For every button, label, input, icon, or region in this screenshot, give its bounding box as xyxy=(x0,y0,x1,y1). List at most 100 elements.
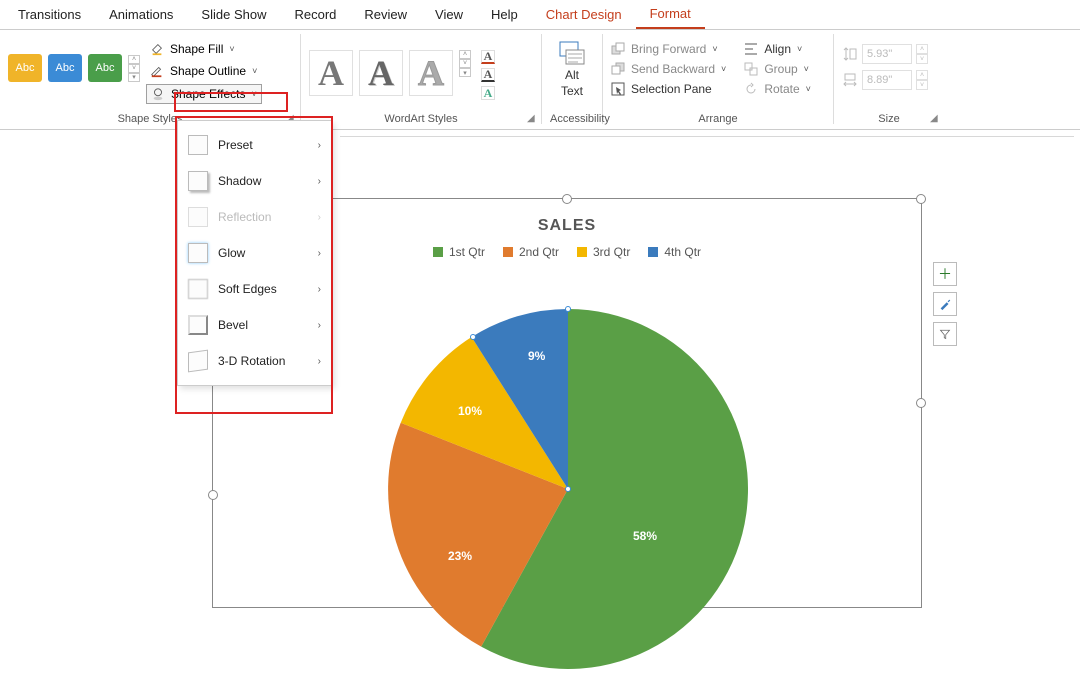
align-button[interactable]: Align˅ xyxy=(744,42,811,56)
group-label: Group xyxy=(764,62,797,76)
legend-label-q4: 4th Qtr xyxy=(664,245,701,259)
height-value[interactable]: 5.93" xyxy=(862,44,912,64)
glow-label: Glow xyxy=(218,246,308,260)
shadow-icon xyxy=(188,171,208,191)
legend-label-q3: 3rd Qtr xyxy=(593,245,630,259)
pie-chart[interactable]: 58% 23% 10% 9% xyxy=(388,309,748,669)
wordart-style-3[interactable]: A xyxy=(409,50,453,96)
tab-review[interactable]: Review xyxy=(350,1,421,28)
height-spinner[interactable]: ˄˅ xyxy=(916,44,928,64)
tab-transitions[interactable]: Transitions xyxy=(4,1,95,28)
ribbon-tabs: Transitions Animations Slide Show Record… xyxy=(0,0,1080,30)
shape-style-preset-blue[interactable]: Abc xyxy=(48,54,82,82)
tab-animations[interactable]: Animations xyxy=(95,1,187,28)
tab-chart-design[interactable]: Chart Design xyxy=(532,1,636,28)
data-label-q4[interactable]: 9% xyxy=(528,349,545,363)
group-label-size: Size xyxy=(842,111,936,129)
text-effects-button[interactable]: A xyxy=(481,86,495,100)
group-button[interactable]: Group˅ xyxy=(744,62,811,76)
style-gallery-scroll[interactable]: ˄˅▾ xyxy=(128,55,140,82)
effects-glow[interactable]: Glow› xyxy=(178,235,331,271)
data-label-q2[interactable]: 23% xyxy=(448,549,472,563)
legend-q2[interactable]: 2nd Qtr xyxy=(503,245,559,259)
slide-edge-top xyxy=(340,136,1074,137)
send-backward-icon xyxy=(611,62,625,76)
preset-label: Preset xyxy=(218,138,308,152)
bring-forward-icon xyxy=(611,42,625,56)
shape-effects-button[interactable]: Shape Effects˅ xyxy=(146,84,262,104)
width-icon xyxy=(842,72,858,88)
slice-handle[interactable] xyxy=(565,306,571,312)
pen-outline-icon xyxy=(150,64,164,78)
rotate-label: Rotate xyxy=(764,82,799,96)
shape-effects-menu: Preset› Shadow› Reflection› Glow› Soft E… xyxy=(177,120,332,386)
rotation-label: 3-D Rotation xyxy=(218,354,308,368)
tab-format[interactable]: Format xyxy=(636,0,705,29)
bring-forward-label: Bring Forward xyxy=(631,42,706,56)
shape-effects-label: Shape Effects xyxy=(171,87,246,101)
slice-handle[interactable] xyxy=(565,486,571,492)
group-label-accessibility: Accessibility xyxy=(550,111,594,129)
ribbon: Abc Abc Abc ˄˅▾ Shape Fill˅ xyxy=(0,30,1080,130)
shape-outline-button[interactable]: Shape Outline˅ xyxy=(146,62,262,80)
effects-preset[interactable]: Preset› xyxy=(178,127,331,163)
preset-icon xyxy=(188,135,208,155)
width-spinner[interactable]: ˄˅ xyxy=(916,70,928,90)
effects-icon xyxy=(151,87,165,101)
align-icon xyxy=(744,42,758,56)
data-label-q1[interactable]: 58% xyxy=(633,529,657,543)
legend-marker-q2 xyxy=(503,247,513,257)
bring-forward-button[interactable]: Bring Forward˅ xyxy=(611,42,726,56)
chart-styles-button[interactable] xyxy=(933,292,957,316)
rotation-3d-icon xyxy=(188,350,208,373)
legend-label-q2: 2nd Qtr xyxy=(519,245,559,259)
legend-q3[interactable]: 3rd Qtr xyxy=(577,245,630,259)
shape-outline-label: Shape Outline xyxy=(170,64,246,78)
text-outline-button[interactable]: A xyxy=(481,68,495,82)
selection-pane-button[interactable]: Selection Pane xyxy=(611,82,726,96)
bevel-label: Bevel xyxy=(218,318,308,332)
effects-bevel[interactable]: Bevel› xyxy=(178,307,331,343)
reflection-icon xyxy=(188,207,208,227)
alt-text-label-1: Alt xyxy=(565,68,579,82)
tab-help[interactable]: Help xyxy=(477,1,532,28)
chart-elements-button[interactable]: ＋ xyxy=(933,262,957,286)
group-icon xyxy=(744,62,758,76)
group-label-arrange: Arrange xyxy=(611,111,825,129)
bevel-icon xyxy=(188,315,208,335)
shape-style-preset-green[interactable]: Abc xyxy=(88,54,122,82)
legend-q1[interactable]: 1st Qtr xyxy=(433,245,485,259)
shape-fill-button[interactable]: Shape Fill˅ xyxy=(146,40,262,58)
slice-handle[interactable] xyxy=(470,334,476,340)
selection-pane-label: Selection Pane xyxy=(631,82,712,96)
effects-soft-edges[interactable]: Soft Edges› xyxy=(178,271,331,307)
text-fill-button[interactable]: A xyxy=(481,50,495,64)
tab-slide-show[interactable]: Slide Show xyxy=(187,1,280,28)
wordart-style-2[interactable]: A xyxy=(359,50,403,96)
width-value[interactable]: 8.89" xyxy=(862,70,912,90)
width-input-row[interactable]: 8.89" ˄˅ xyxy=(842,70,928,90)
size-launcher[interactable]: ◢ xyxy=(930,113,942,125)
legend-marker-q4 xyxy=(648,247,658,257)
rotate-button[interactable]: Rotate˅ xyxy=(744,82,811,96)
wordart-gallery-scroll[interactable]: ˄˅▾ xyxy=(459,50,471,77)
effects-shadow[interactable]: Shadow› xyxy=(178,163,331,199)
wordart-launcher[interactable]: ◢ xyxy=(527,113,539,125)
data-label-q3[interactable]: 10% xyxy=(458,404,482,418)
selection-pane-icon xyxy=(611,82,625,96)
reflection-label: Reflection xyxy=(218,210,308,224)
height-input-row[interactable]: 5.93" ˄˅ xyxy=(842,44,928,64)
wordart-style-1[interactable]: A xyxy=(309,50,353,96)
glow-icon xyxy=(188,243,208,263)
height-icon xyxy=(842,46,858,62)
send-backward-button[interactable]: Send Backward˅ xyxy=(611,62,726,76)
rotate-icon xyxy=(744,82,758,96)
shape-style-preset-yellow[interactable]: Abc xyxy=(8,54,42,82)
tab-view[interactable]: View xyxy=(421,1,477,28)
chart-handle-ml[interactable] xyxy=(208,490,218,500)
effects-3d-rotation[interactable]: 3-D Rotation› xyxy=(178,343,331,379)
alt-text-button[interactable]: Alt Text xyxy=(558,34,586,98)
legend-q4[interactable]: 4th Qtr xyxy=(648,245,701,259)
tab-record[interactable]: Record xyxy=(280,1,350,28)
chart-filters-button[interactable] xyxy=(933,322,957,346)
